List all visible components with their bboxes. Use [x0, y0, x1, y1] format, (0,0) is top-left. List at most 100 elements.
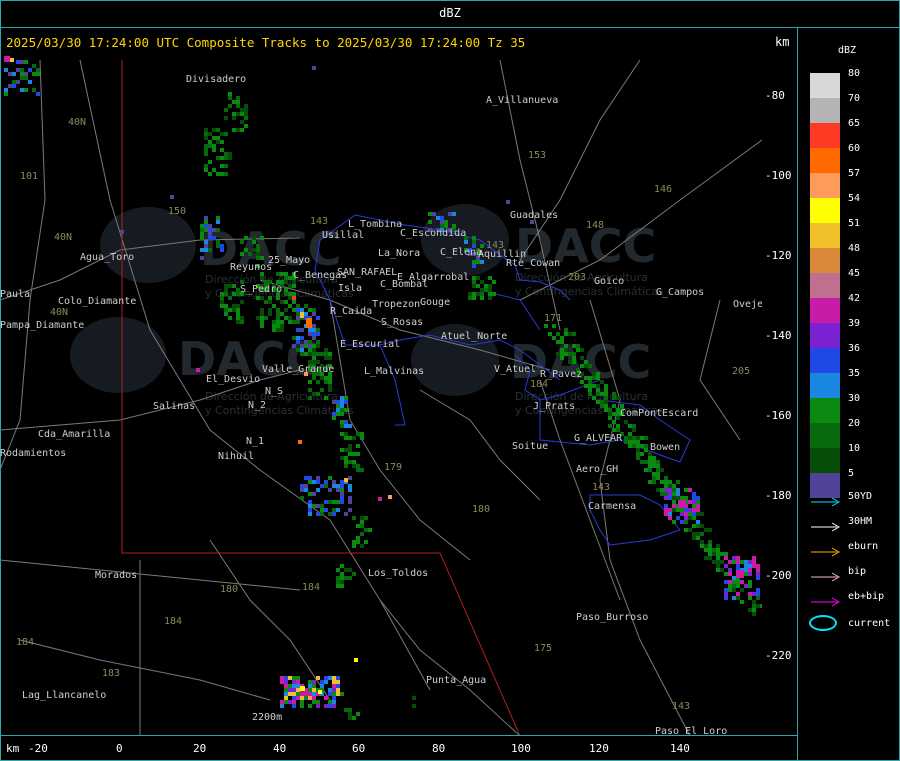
place-label: Goico	[594, 276, 624, 287]
x-tick-label: 0	[116, 742, 123, 755]
legend-level-label: 45	[848, 268, 861, 279]
place-label: L_Malvinas	[364, 366, 424, 377]
legend-level-label: 39	[848, 318, 861, 329]
place-label: Agua_Toro	[80, 252, 134, 263]
place-label: Colo_Diamante	[58, 296, 136, 307]
place-label: Bowen	[650, 442, 680, 453]
place-label: Nihuil	[218, 451, 254, 462]
place-label: Paso_Burroso	[576, 612, 648, 623]
place-label: Salinas	[153, 401, 195, 412]
y-tick-label: -160	[765, 409, 792, 422]
place-label: Rodamientos	[0, 448, 66, 459]
legend-swatch	[810, 73, 840, 98]
y-tick-label: -100	[765, 169, 792, 182]
place-label: N_1	[246, 436, 264, 447]
place-label: N_S	[265, 386, 283, 397]
place-label: La_Nora	[378, 248, 420, 259]
place-label: Atuel_Norte	[441, 331, 507, 342]
x-tick-label: 20	[193, 742, 207, 755]
x-tick-label: 80	[432, 742, 446, 755]
place-label: C_Elena	[440, 247, 482, 258]
axis-divider	[0, 735, 798, 736]
map-canvas[interactable]: DACC Dirección de Agricultura y Continge…	[0, 54, 762, 736]
radar-map[interactable]: DACC Dirección de Agricultura y Continge…	[0, 54, 762, 736]
title-bar: dBZ	[0, 0, 900, 28]
x-tick-label: 140	[670, 742, 690, 755]
header-timestamp: 2025/03/30 17:24:00 UTC Composite Tracks…	[6, 35, 526, 50]
x-tick-label: 100	[511, 742, 531, 755]
route-number: 184	[16, 637, 34, 648]
route-number: 40N	[50, 307, 68, 318]
legend-level-label: 36	[848, 343, 861, 354]
legend-level-label: 48	[848, 243, 861, 254]
place-label: E_Escurial	[340, 339, 400, 350]
legend-level-label: 20	[848, 418, 861, 429]
legend-swatch	[810, 148, 840, 173]
svg-text:y Contingencias Climáticas: y Contingencias Climáticas	[205, 404, 354, 417]
legend-swatch	[810, 448, 840, 473]
legend-swatch	[810, 173, 840, 198]
place-label: R_Pavez	[540, 369, 582, 380]
route-number: 171	[544, 313, 562, 324]
route-number: 40N	[54, 232, 72, 243]
current-label: current	[848, 618, 891, 629]
legend-swatch	[810, 198, 840, 223]
place-label: V_Atuel	[494, 364, 536, 375]
route-number: 153	[528, 150, 546, 161]
route-number: 180	[220, 584, 238, 595]
place-label: G_Campos	[656, 287, 704, 298]
legend-swatch	[810, 298, 840, 323]
legend-swatch	[810, 348, 840, 373]
legend-swatch	[810, 98, 840, 123]
place-label: Usillal	[322, 230, 364, 241]
place-label: Morados	[95, 570, 137, 581]
place-label: J_Prats	[533, 401, 575, 412]
y-tick-label: -140	[765, 329, 792, 342]
y-tick-label: -120	[765, 249, 792, 262]
x-tick-label: 120	[589, 742, 609, 755]
place-label: Los_Toldos	[368, 568, 428, 579]
place-label: L_Tombina	[348, 219, 402, 230]
place-label: Cda_Amarilla	[38, 429, 110, 440]
place-label: Rte_Cowan	[506, 258, 560, 269]
place-label: Punta_Agua	[426, 675, 486, 686]
legend-swatch	[810, 398, 840, 423]
place-label: Gouge	[420, 297, 450, 308]
track-label: eburn	[848, 541, 879, 552]
route-number: 179	[384, 462, 402, 473]
legend-level-label: 65	[848, 118, 861, 129]
place-label: SAN_RAFAEL	[337, 267, 397, 278]
place-label: Divisadero	[186, 74, 246, 85]
y-tick-label: -200	[765, 569, 792, 582]
y-tick-label: -220	[765, 649, 792, 662]
route-number: 175	[534, 643, 552, 654]
place-label: S_Rosas	[381, 317, 423, 328]
place-label: R_Caida	[330, 306, 372, 317]
place-label: Tropezon	[372, 299, 420, 310]
legend-level-label: 57	[848, 168, 861, 179]
route-number: 180	[472, 504, 490, 515]
legend-swatch	[810, 223, 840, 248]
route-number: 143	[592, 482, 610, 493]
route-number: 146	[654, 184, 672, 195]
x-axis-unit: km	[6, 742, 20, 755]
legend-swatch	[810, 123, 840, 148]
legend-level-label: 30	[848, 393, 861, 404]
legend-level-label: 10	[848, 443, 861, 454]
legend-swatch	[810, 423, 840, 448]
route-number: 203	[568, 272, 586, 283]
place-label: Valle_Grande	[262, 364, 334, 375]
place-label: N_2	[248, 400, 266, 411]
place-label: Reyunos	[230, 262, 272, 273]
legend-swatch	[810, 323, 840, 348]
place-label: Soitue	[512, 441, 548, 452]
track-label: 50YD	[848, 491, 873, 502]
legend-level-label: 60	[848, 143, 861, 154]
place-label: Carmensa	[588, 501, 636, 512]
legend-level-label: 80	[848, 68, 861, 79]
route-number: 101	[20, 171, 38, 182]
legend-level-label: 70	[848, 93, 861, 104]
place-label: Ovejeria	[733, 299, 762, 310]
route-number: 148	[586, 220, 604, 231]
route-number: 184	[164, 616, 182, 627]
